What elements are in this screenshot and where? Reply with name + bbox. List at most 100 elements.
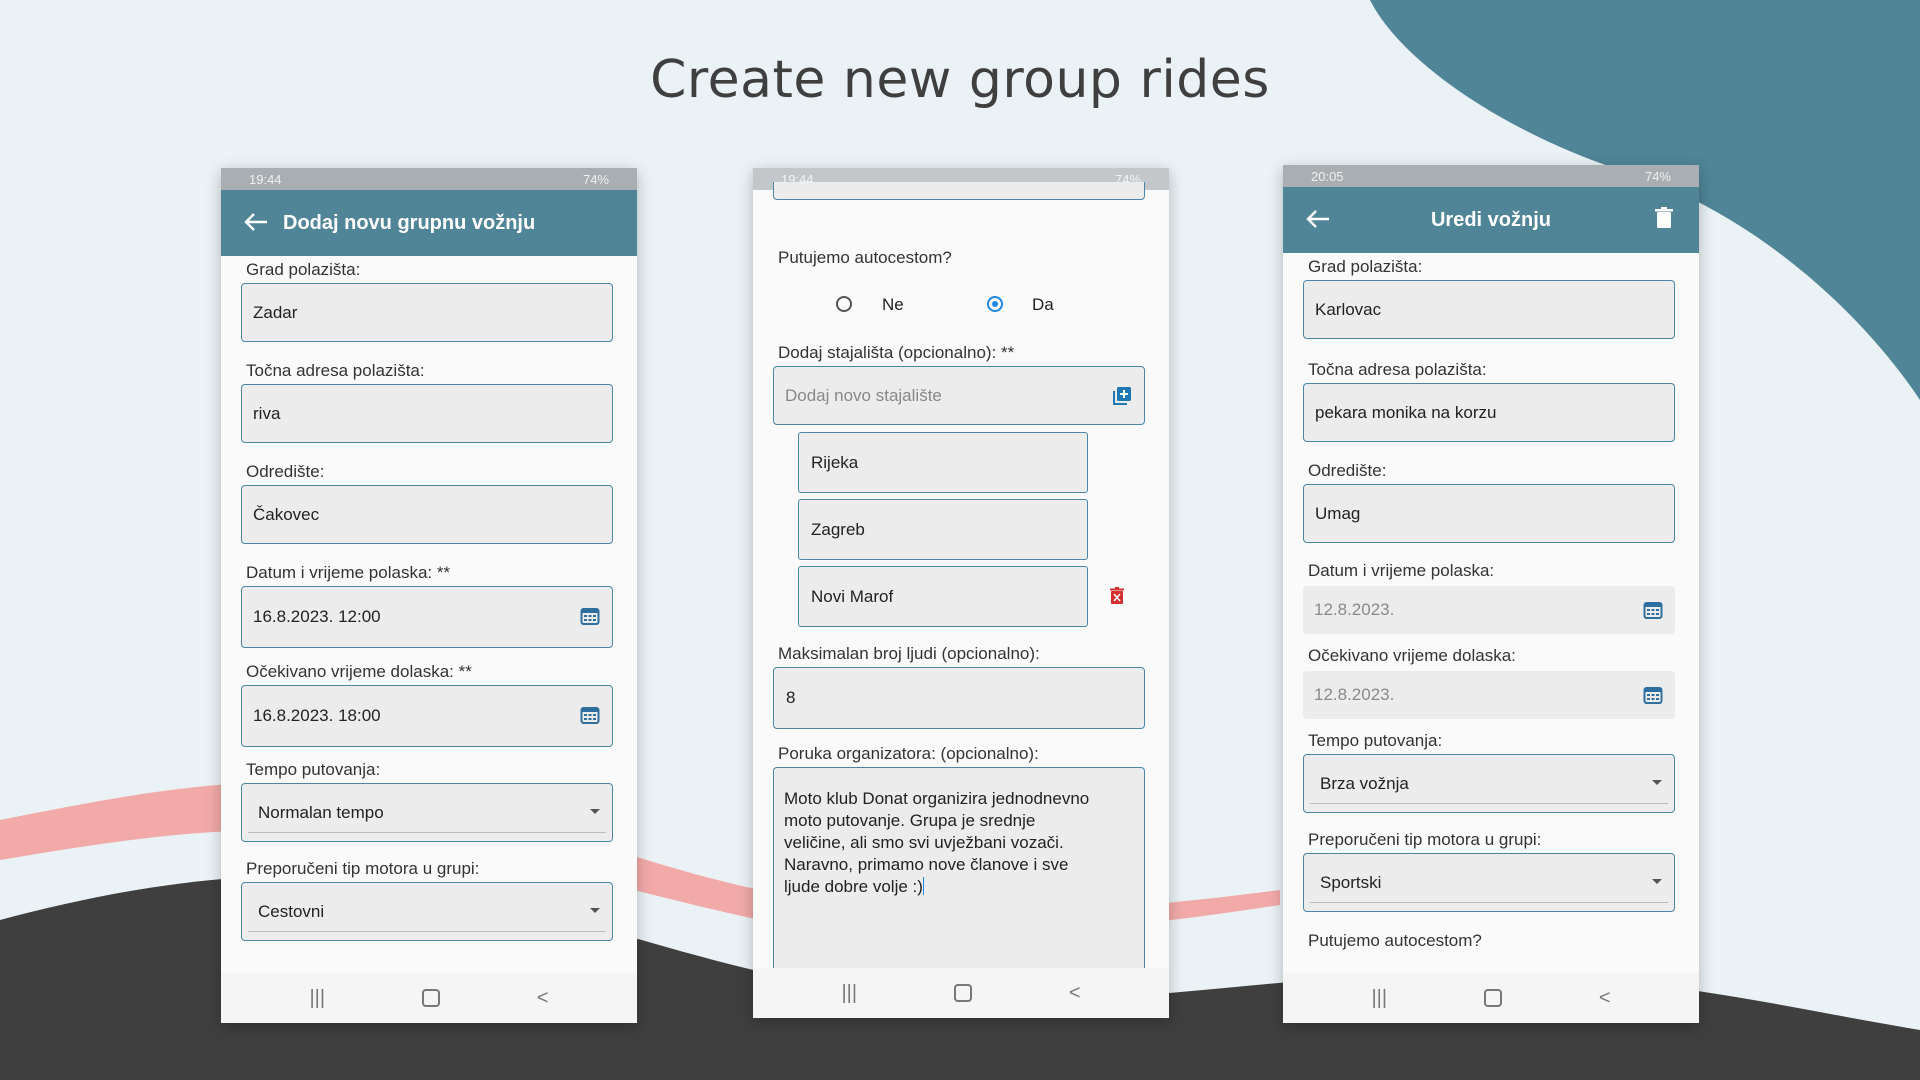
datum-input-disabled: 12.8.2023.: [1303, 586, 1675, 634]
back-nav-icon[interactable]: <: [537, 987, 549, 1010]
autocesta-label: Putujemo autocestom?: [1308, 931, 1482, 950]
adresa-value: pekara monika na korzu: [1315, 402, 1497, 422]
max-people-input[interactable]: 8: [773, 667, 1145, 729]
recents-icon[interactable]: |||: [1371, 987, 1387, 1010]
motor-value: Cestovni: [258, 901, 325, 921]
status-bar: 20:05 74%: [1283, 165, 1699, 187]
stop-name: Zagreb: [811, 519, 865, 539]
message-textarea[interactable]: Moto klub Donat organizira jednodnevno m…: [773, 767, 1145, 997]
odrediste-label: Odredište:: [1308, 461, 1387, 480]
calendar-icon: [1643, 600, 1663, 625]
tempo-value: Normalan tempo: [258, 802, 384, 822]
datum-label: Datum i vrijeme polaska: **: [246, 563, 451, 582]
arrow-left-icon[interactable]: [243, 208, 283, 239]
message-line: Naravno, primamo nove članove i sve: [784, 855, 1069, 874]
add-stop-input[interactable]: Dodaj novo stajalište: [773, 366, 1145, 425]
motor-dropdown[interactable]: Sportski: [1303, 853, 1675, 912]
add-box-icon[interactable]: [1112, 386, 1132, 411]
phone-create-ride: 19:44 74% Dodaj novu grupnu vožnju Grad …: [221, 168, 637, 1023]
android-nav-bar: ||| <: [753, 968, 1169, 1018]
datum-value: 12.8.2023.: [1314, 600, 1395, 619]
dolazak-label: Očekivano vrijeme dolaska:: [1308, 646, 1516, 665]
odrediste-input[interactable]: Umag: [1303, 484, 1675, 543]
radio-da-label: Da: [1032, 295, 1054, 314]
add-stop-placeholder: Dodaj novo stajalište: [785, 385, 942, 405]
phone-ride-details: 19:44 74% Putujemo autocestom? Ne Da Dod…: [753, 168, 1169, 1018]
recents-icon[interactable]: |||: [309, 987, 325, 1010]
odrediste-value: Umag: [1315, 503, 1361, 523]
stajalista-label: Dodaj stajališta (opcionalno): **: [778, 343, 1015, 362]
arrow-left-icon[interactable]: [1305, 205, 1345, 236]
tempo-dropdown[interactable]: Normalan tempo: [241, 783, 613, 842]
autocesta-label: Putujemo autocestom?: [778, 248, 952, 267]
grad-value: Zadar: [253, 302, 298, 322]
adresa-input[interactable]: pekara monika na korzu: [1303, 383, 1675, 442]
delete-stop-icon[interactable]: [1110, 587, 1124, 610]
stop-item[interactable]: Zagreb: [798, 499, 1088, 560]
dolazak-input[interactable]: 16.8.2023. 18:00: [241, 685, 613, 747]
radio-ne[interactable]: [836, 296, 852, 312]
radio-ne-label: Ne: [882, 295, 904, 314]
adresa-label: Točna adresa polazišta:: [246, 361, 425, 380]
grad-input[interactable]: Zadar: [241, 283, 613, 342]
motor-dropdown[interactable]: Cestovni: [241, 882, 613, 941]
chevron-down-icon: [590, 809, 600, 814]
android-nav-bar: ||| <: [221, 973, 637, 1023]
recents-icon[interactable]: |||: [841, 982, 857, 1005]
android-nav-bar: ||| <: [1283, 973, 1699, 1023]
grad-value: Karlovac: [1315, 299, 1382, 319]
odrediste-input[interactable]: Čakovec: [241, 485, 613, 544]
stop-name: Rijeka: [811, 452, 859, 472]
home-icon[interactable]: [421, 989, 440, 1007]
odrediste-value: Čakovec: [253, 504, 320, 524]
previous-field-edge: [773, 182, 1145, 200]
chevron-down-icon: [1652, 780, 1662, 785]
trash-icon[interactable]: [1655, 207, 1673, 234]
adresa-input[interactable]: riva: [241, 384, 613, 443]
grad-input[interactable]: Karlovac: [1303, 280, 1675, 339]
back-nav-icon[interactable]: <: [1599, 987, 1611, 1010]
motor-label: Preporučeni tip motora u grupi:: [246, 859, 480, 878]
datum-value: 16.8.2023. 12:00: [253, 607, 381, 626]
message-line: veličine, ali smo svi uvježbani vozači.: [784, 833, 1064, 852]
status-time: 19:44: [249, 171, 282, 187]
datum-input[interactable]: 16.8.2023. 12:00: [241, 586, 613, 648]
calendar-icon[interactable]: [580, 705, 600, 730]
message-line: ljude dobre volje :): [784, 877, 923, 896]
adresa-value: riva: [253, 403, 281, 423]
tempo-value: Brza vožnja: [1320, 773, 1409, 793]
dolazak-label: Očekivano vrijeme dolaska: **: [246, 662, 472, 681]
radio-da[interactable]: [987, 296, 1003, 312]
status-bar: 19:44 74%: [221, 168, 637, 190]
home-icon[interactable]: [1483, 989, 1502, 1007]
dolazak-value: 12.8.2023.: [1314, 685, 1395, 704]
home-icon[interactable]: [953, 984, 972, 1002]
calendar-icon[interactable]: [580, 606, 600, 631]
message-line: Moto klub Donat organizira jednodnevno: [784, 789, 1090, 808]
phone-edit-ride: 20:05 74% Uredi vožnju Grad polazišta: K…: [1283, 165, 1699, 1023]
chevron-down-icon: [590, 908, 600, 913]
stop-name: Novi Marof: [811, 586, 894, 606]
chevron-down-icon: [1652, 879, 1662, 884]
grad-label: Grad polazišta:: [246, 260, 361, 279]
tempo-dropdown[interactable]: Brza vožnja: [1303, 754, 1675, 813]
stop-item[interactable]: Rijeka: [798, 432, 1088, 493]
status-time: 20:05: [1311, 168, 1344, 184]
motor-value: Sportski: [1320, 872, 1382, 892]
message-line: moto putovanje. Grupa je srednje: [784, 811, 1036, 830]
tempo-label: Tempo putovanja:: [1308, 731, 1443, 750]
poruka-label: Poruka organizatora: (opcionalno):: [778, 744, 1039, 763]
grad-label: Grad polazišta:: [1308, 257, 1423, 276]
app-bar: Dodaj novu grupnu vožnju: [221, 190, 637, 256]
text-cursor: [922, 877, 924, 895]
dolazak-input-disabled: 12.8.2023.: [1303, 671, 1675, 719]
dolazak-value: 16.8.2023. 18:00: [253, 706, 381, 725]
appbar-title: Uredi vožnju: [1430, 208, 1551, 231]
back-nav-icon[interactable]: <: [1069, 982, 1081, 1005]
max-value: 8: [786, 688, 796, 707]
page-headline: Create new group rides: [650, 50, 1270, 110]
max-label: Maksimalan broj ljudi (opcionalno):: [778, 644, 1040, 663]
stop-item[interactable]: Novi Marof: [798, 566, 1088, 627]
calendar-icon: [1643, 685, 1663, 710]
datum-label: Datum i vrijeme polaska:: [1308, 561, 1495, 580]
